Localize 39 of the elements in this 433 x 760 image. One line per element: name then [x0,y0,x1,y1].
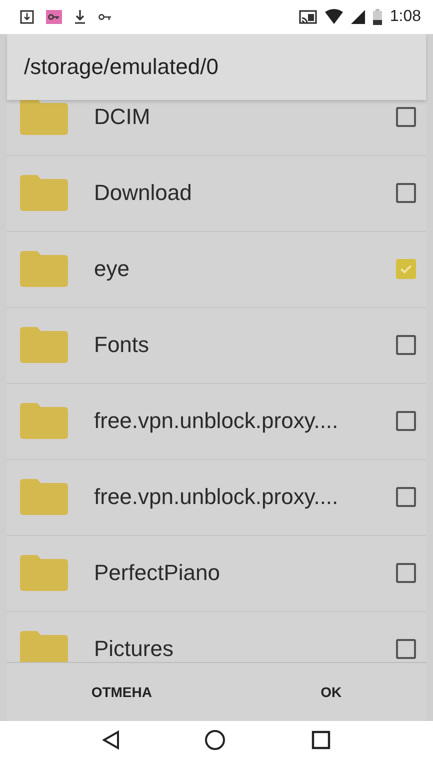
folder-icon [20,555,68,592]
checkbox[interactable] [396,335,416,356]
folder-icon [20,479,68,516]
folder-name[interactable]: PerfectPiano [94,560,396,586]
folder-name[interactable]: DCIM [94,104,396,130]
folder-name[interactable]: Fonts [94,332,396,358]
folder-icon [20,175,68,212]
dialog-title: /storage/emulated/0 [7,34,426,100]
download-notification-icon [20,10,34,24]
folder-icon [20,327,68,364]
folder-name[interactable]: free.vpn.unblock.proxy.... [94,408,396,434]
checkbox[interactable] [396,487,416,508]
key-icon [46,10,62,24]
wifi-icon [324,9,343,24]
folder-name[interactable]: free.vpn.unblock.proxy.... [94,484,396,510]
checkbox[interactable] [396,107,416,128]
folder-name[interactable]: Download [94,180,396,206]
download-icon [74,8,86,25]
checkbox[interactable] [396,259,416,280]
checkbox[interactable] [396,183,416,204]
folder-icon [20,403,68,440]
cancel-button[interactable]: ОТМЕНА [75,674,168,710]
checkbox[interactable] [396,639,416,660]
back-icon[interactable] [102,730,120,750]
signal-icon [350,10,365,24]
folder-icon [20,631,68,662]
checkbox[interactable] [396,411,416,432]
key-icon [98,12,112,21]
folder-icon [20,251,68,288]
folder-name[interactable]: eye [94,256,396,282]
cast-icon [298,10,317,24]
ok-button[interactable]: OK [304,674,358,710]
recents-icon[interactable] [310,730,331,750]
clock-time: 1:08 [390,8,421,26]
battery-icon [372,8,382,25]
folder-icon [20,100,68,136]
checkbox[interactable] [396,563,416,584]
folder-name[interactable]: Pictures [94,636,396,662]
home-icon[interactable] [204,729,226,752]
